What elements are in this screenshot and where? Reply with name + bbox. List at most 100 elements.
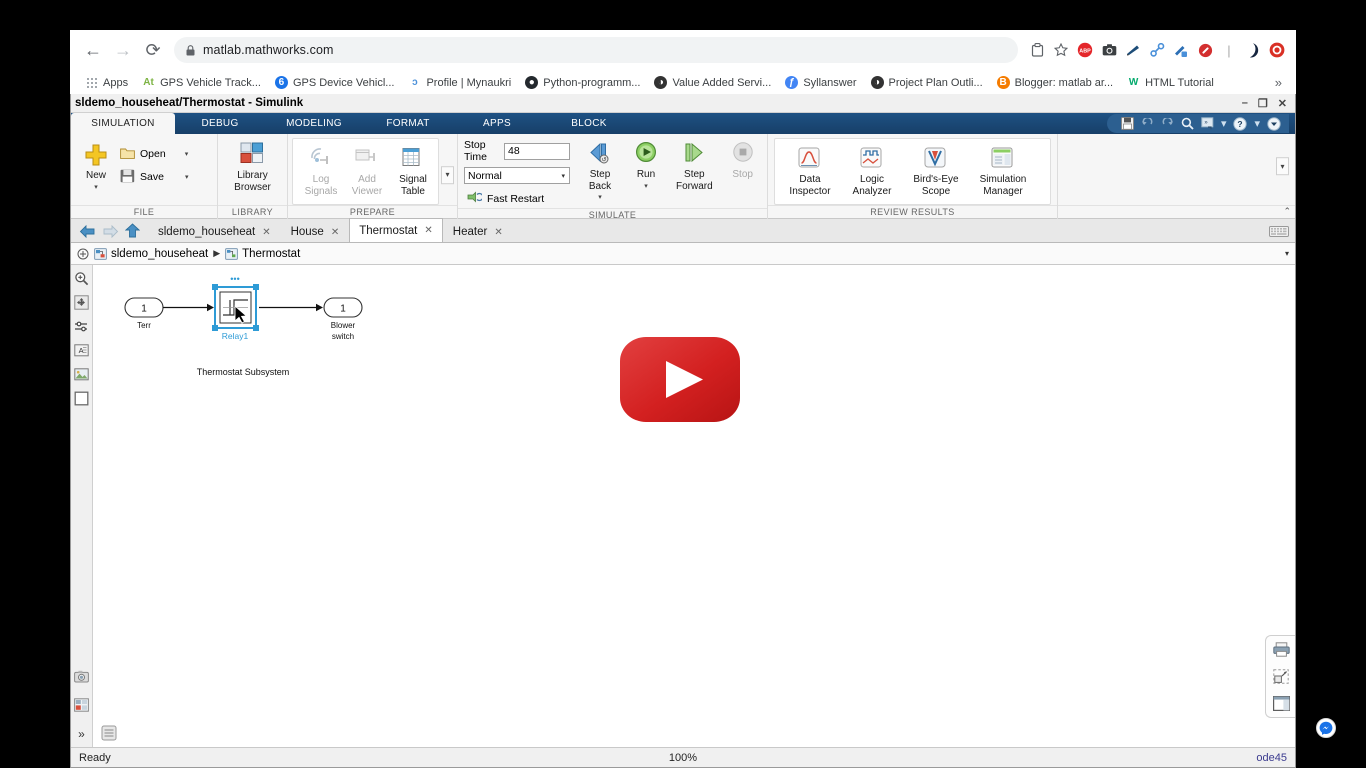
ribbon-tab-simulation[interactable]: SIMULATION [71,113,175,134]
run-caret-icon[interactable]: ▾ [644,181,648,193]
model-explorer-icon[interactable] [74,698,89,713]
bookmark-star-icon[interactable] [1050,39,1072,61]
bookmark-item[interactable]: AtGPS Vehicle Track... [135,73,268,93]
bookmark-item[interactable]: WHTML Tutorial [1120,73,1221,93]
breadcrumb-caret-icon[interactable]: ▾ [1285,249,1289,258]
step-back-button[interactable]: ↺ Step Back ▾ [578,139,622,206]
breadcrumb-leaf[interactable]: Thermostat [225,248,300,260]
quick-access-caret-icon[interactable]: ▾ [1221,117,1227,130]
model-tab-close-icon[interactable]: ✕ [331,227,339,238]
screenshot-extension-icon[interactable] [1098,39,1120,61]
model-tab-close-icon[interactable]: ✕ [424,225,432,236]
screenshot-icon[interactable] [1273,669,1288,684]
restore-button[interactable]: ❐ [1258,97,1268,110]
ribbon-tab-block[interactable]: BLOCK [541,113,637,134]
ribbon-more-button[interactable]: ▾ [1276,157,1289,175]
simulation-mode-select[interactable]: Normal ▾ [464,167,570,184]
step-forward-button[interactable]: Step Forward [670,139,719,206]
forward-arrow-icon[interactable] [102,224,119,239]
find-icon[interactable] [1181,117,1194,130]
ribbon-tab-apps[interactable]: APPS [453,113,541,134]
print-icon[interactable] [1273,642,1288,657]
save-button[interactable]: Save ▾ [117,167,191,186]
stop-button[interactable]: Stop [721,139,765,206]
forward-button[interactable]: → [108,35,138,65]
redo-icon[interactable] [1161,118,1174,129]
bookmark-item[interactable]: ƒSyllanswer [778,73,863,93]
canvas-status-icon[interactable] [101,725,117,741]
minimize-ribbon-icon[interactable] [1267,117,1281,131]
address-bar[interactable]: matlab.mathworks.com [174,37,1018,63]
open-button[interactable]: Open ▾ [117,144,191,163]
breadcrumb-root[interactable]: sldemo_househeat [94,248,208,260]
link-extension-icon[interactable] [1146,39,1168,61]
bookmark-item[interactable]: ◑Project Plan Outli... [864,73,990,93]
prepare-group-expand-button[interactable]: ▾ [441,166,454,184]
bookmark-item[interactable]: Apps [78,73,135,93]
help-caret-icon[interactable]: ▾ [1254,117,1260,130]
eyedropper-extension-icon[interactable] [1170,39,1192,61]
signal-routing-icon[interactable] [74,319,89,334]
adblock-extension-icon[interactable]: ABP [1074,39,1096,61]
log-signals-button[interactable]: Log Signals [299,144,343,199]
open-caret-icon[interactable]: ▾ [185,150,189,158]
youtube-play-button[interactable] [619,336,741,423]
model-tab[interactable]: Thermostat✕ [349,218,443,242]
undo-icon[interactable] [1141,118,1154,129]
ribbon-tab-format[interactable]: FORMAT [363,113,453,134]
run-button[interactable]: Run ▾ [624,139,668,206]
signal-table-button[interactable]: Signal Table [391,144,435,199]
fit-to-view-icon[interactable] [74,295,89,310]
up-arrow-icon[interactable] [125,223,140,239]
help-icon[interactable]: ? [1233,117,1247,131]
model-tab[interactable]: sldemo_househeat✕ [148,221,281,242]
step-back-caret-icon[interactable]: ▾ [598,192,602,204]
zoom-in-icon[interactable] [74,271,89,286]
chrome-menu-icon[interactable] [1266,39,1288,61]
compare-icon[interactable]: » [1201,117,1214,130]
model-tab[interactable]: House✕ [281,221,350,242]
annotation-icon[interactable]: A [74,343,89,358]
bookmark-item[interactable]: ◑Value Added Servi... [647,73,778,93]
bookmark-item[interactable]: ɔProfile | Mynaukri [401,73,518,93]
fast-restart-button[interactable]: Fast Restart [464,189,570,208]
layout-icon[interactable] [1273,696,1288,711]
reload-button[interactable]: ⟳ [138,35,168,65]
data-inspector-button[interactable]: Data Inspector [781,144,839,199]
birds-eye-scope-button[interactable]: Bird's-Eye Scope [905,144,967,199]
save-caret-icon[interactable]: ▾ [185,173,189,181]
breadcrumb-expand-icon[interactable] [77,248,89,260]
camera-icon[interactable] [74,670,89,685]
grammar-extension-icon[interactable] [1122,39,1144,61]
back-arrow-icon[interactable] [79,224,96,239]
reading-list-icon[interactable] [1026,39,1048,61]
minimize-button[interactable]: – [1242,97,1248,109]
new-caret-icon[interactable]: ▾ [94,182,98,194]
profile-avatar-icon[interactable] [1242,39,1264,61]
bookmarks-overflow-button[interactable]: » [1269,75,1288,90]
ribbon-tab-modeling[interactable]: MODELING [265,113,363,134]
new-button[interactable]: New ▾ [77,140,115,195]
back-button[interactable]: ← [78,35,108,65]
stop-time-input[interactable] [504,143,570,160]
bookmark-item[interactable]: BBlogger: matlab ar... [990,73,1120,93]
image-icon[interactable] [74,367,89,382]
model-tab-close-icon[interactable]: ✕ [262,227,270,238]
logic-analyzer-button[interactable]: Logic Analyzer [843,144,901,199]
area-icon[interactable] [74,391,89,406]
ribbon-tab-debug[interactable]: DEBUG [175,113,265,134]
save-icon[interactable] [1121,117,1134,130]
keyboard-shortcuts-icon[interactable] [1269,226,1289,239]
library-browser-button[interactable]: Library Browser [228,140,277,195]
close-button[interactable]: ✕ [1278,97,1287,110]
simulation-manager-button[interactable]: Simulation Manager [971,144,1035,199]
more-tools-icon[interactable]: » [74,726,89,741]
model-tab[interactable]: Heater✕ [443,221,513,242]
bookmark-item[interactable]: 6GPS Device Vehicl... [268,73,402,93]
model-tab-close-icon[interactable]: ✕ [494,227,502,238]
bookmark-item[interactable]: ●Python-programm... [518,73,647,93]
block-extension-icon[interactable] [1194,39,1216,61]
block-diagram[interactable]: 1 Terr [103,273,433,413]
ribbon-collapse-icon[interactable]: ⌃ [1283,206,1291,217]
add-viewer-button[interactable]: Add Viewer [345,144,389,199]
